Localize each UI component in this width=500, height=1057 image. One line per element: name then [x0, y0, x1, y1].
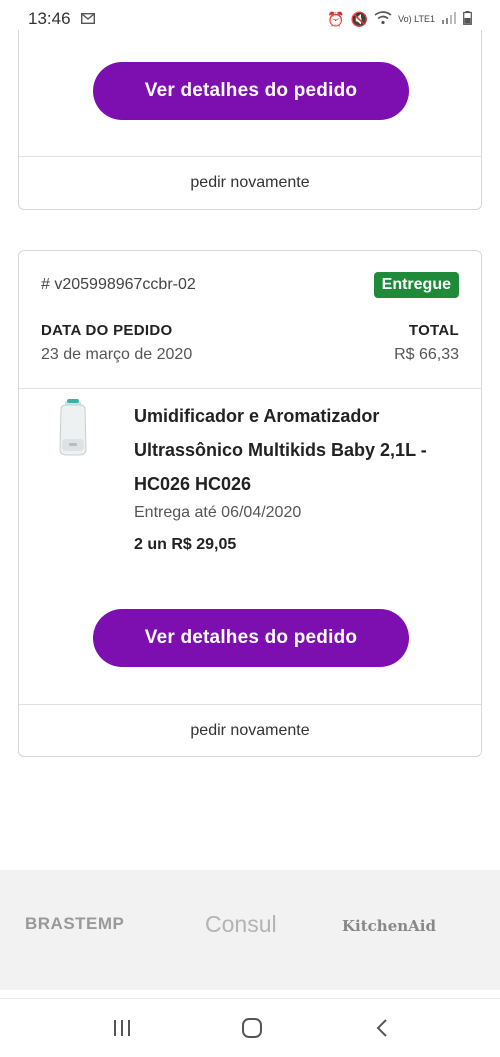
recent-apps-icon[interactable] [102, 1013, 142, 1043]
divider [19, 388, 481, 389]
order-date-value: 23 de março de 2020 [41, 346, 193, 363]
brand-footer: BRASTEMP Consul KitchenAid [0, 870, 500, 990]
quantity-price: 2 un R$ 29,05 [134, 536, 237, 553]
divider [19, 704, 481, 705]
battery-icon [463, 10, 472, 28]
mute-icon: 🔇 [350, 10, 369, 27]
system-nav-bar [0, 998, 500, 1057]
order-card-previous: Ver detalhes do pedido pedir novamente [18, 30, 482, 210]
order-total-label: TOTAL [408, 322, 459, 339]
brand-logo-kitchenaid[interactable]: KitchenAid [342, 917, 436, 935]
status-time: 13:46 [28, 9, 71, 28]
order-total-value: R$ 66,33 [394, 346, 459, 363]
status-right: ⏰ 🔇 Vo) LTE1 [327, 10, 472, 28]
signal-icon [441, 11, 457, 27]
gmail-icon [80, 9, 95, 29]
alarm-icon: ⏰ [327, 10, 345, 27]
status-left: 13:46 [28, 9, 95, 29]
reorder-link[interactable]: pedir novamente [19, 174, 481, 192]
order-date-label: DATA DO PEDIDO [41, 322, 173, 339]
order-id: # v205998967ccbr-02 [41, 276, 196, 293]
lte-label: Vo) LTE1 [398, 13, 435, 24]
divider [19, 156, 481, 157]
order-details-button[interactable]: Ver detalhes do pedido [93, 609, 409, 667]
home-icon[interactable] [232, 1013, 272, 1043]
brand-logo-brastemp[interactable]: BRASTEMP [25, 914, 124, 934]
product-name[interactable]: Umidificador e Aromatizador Ultrassônico… [134, 399, 464, 501]
reorder-link[interactable]: pedir novamente [19, 722, 481, 740]
status-badge: Entregue [373, 272, 459, 298]
order-card: # v205998967ccbr-02 Entregue DATA DO PED… [18, 250, 482, 757]
delivery-date: Entrega até 06/04/2020 [134, 504, 302, 521]
back-icon[interactable] [362, 1013, 402, 1043]
wifi-icon [374, 10, 392, 28]
product-thumbnail[interactable] [55, 399, 91, 459]
order-details-button[interactable]: Ver detalhes do pedido [93, 62, 409, 120]
brand-logo-consul[interactable]: Consul [205, 911, 277, 938]
